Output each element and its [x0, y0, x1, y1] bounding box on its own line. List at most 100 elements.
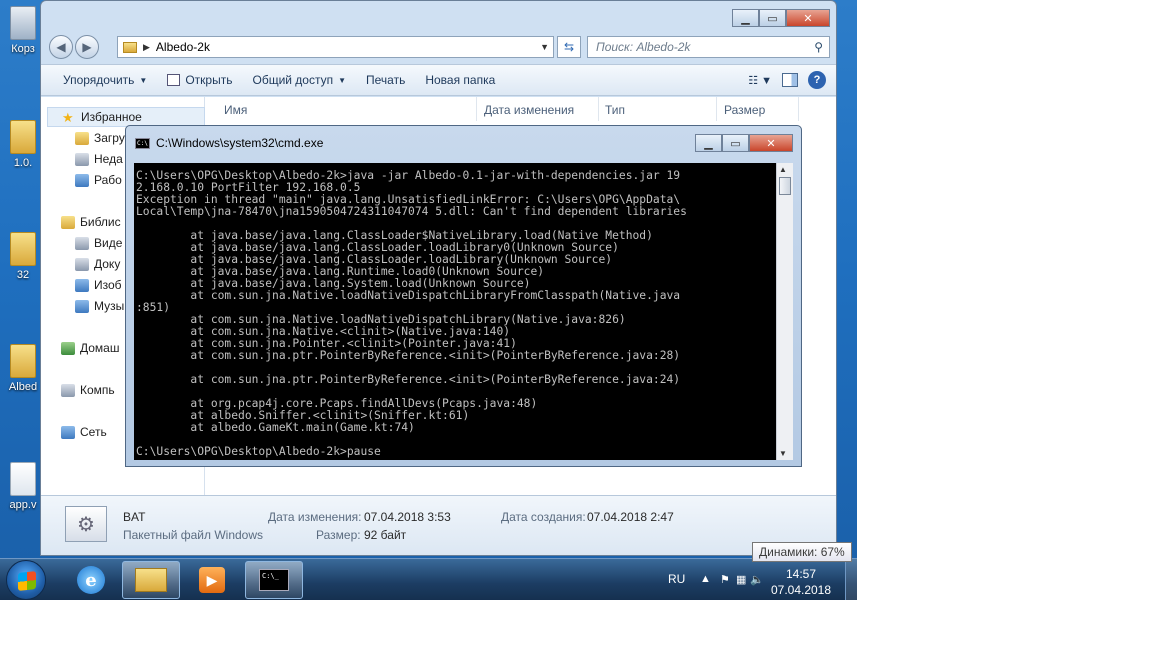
desktop-icon-file[interactable]: app.v: [6, 462, 40, 511]
column-header-size[interactable]: Размер: [724, 103, 765, 117]
folder-icon: [10, 344, 36, 378]
command-bar: Упорядочить ▼ Открыть Общий доступ ▼ Печ…: [41, 64, 836, 96]
preview-pane-icon[interactable]: [782, 73, 798, 87]
taskbar-ie-button[interactable]: e: [66, 561, 116, 599]
column-header-name[interactable]: Имя: [224, 103, 247, 117]
cmd-window: C:\ C:\Windows\system32\cmd.exe ▁ ▭ ✕ C:…: [125, 125, 802, 467]
language-indicator[interactable]: RU: [668, 572, 685, 586]
minimize-icon: ▁: [741, 12, 750, 25]
network-icon: [61, 425, 75, 439]
modified-value: 07.04.2018 3:53: [364, 510, 451, 524]
vertical-scrollbar[interactable]: ▲ ▼: [776, 163, 793, 460]
back-button[interactable]: ◀: [49, 35, 73, 59]
desktop-icon-folder-2[interactable]: 32: [6, 232, 40, 281]
print-button[interactable]: Печать: [356, 73, 415, 87]
sidebar-item-label: Виде: [94, 236, 123, 250]
chevron-down-icon: ▼: [338, 75, 347, 85]
column-divider[interactable]: [476, 97, 477, 121]
desktop-icon-folder-albedo[interactable]: Albed: [6, 344, 40, 393]
cmd-titlebar: C:\ C:\Windows\system32\cmd.exe: [135, 136, 323, 150]
cmd-icon: C:\: [135, 137, 150, 149]
taskbar-cmd-button[interactable]: C:\_: [245, 561, 303, 599]
maximize-icon: ▭: [730, 137, 741, 150]
share-button[interactable]: Общий доступ ▼: [242, 73, 356, 87]
maximize-button[interactable]: ▭: [722, 134, 749, 152]
network-icon[interactable]: ▦: [736, 573, 746, 586]
cmd-title: C:\Windows\system32\cmd.exe: [156, 136, 324, 150]
sidebar-item-favorites[interactable]: ★ Избранное: [47, 107, 205, 127]
maximize-button[interactable]: ▭: [759, 9, 786, 27]
column-divider[interactable]: [798, 97, 799, 121]
column-headers: Имя Дата изменения Тип Размер: [206, 97, 836, 121]
star-icon: ★: [62, 109, 74, 125]
open-icon: [167, 74, 181, 86]
libraries-icon: [61, 215, 75, 229]
show-hidden-icons-icon[interactable]: ▲: [700, 573, 711, 585]
sidebar-item-label: Избранное: [81, 110, 142, 124]
minimize-button[interactable]: ▁: [732, 9, 759, 27]
action-center-icon[interactable]: ⚑: [720, 573, 730, 586]
windows-logo-icon: [18, 571, 36, 591]
folder-icon: [135, 568, 167, 592]
show-desktop-button[interactable]: [845, 559, 857, 600]
clock[interactable]: 14:57 07.04.2018: [764, 566, 838, 598]
recycle-bin-icon: [10, 6, 36, 40]
minimize-button[interactable]: ▁: [695, 134, 722, 152]
scrollbar-thumb[interactable]: [779, 177, 791, 195]
start-button[interactable]: [6, 560, 46, 600]
clock-time: 14:57: [785, 567, 817, 581]
speaker-icon[interactable]: 🔈: [750, 573, 764, 586]
scroll-up-icon[interactable]: ▲: [779, 165, 787, 174]
close-icon: ✕: [766, 137, 776, 150]
column-header-type[interactable]: Тип: [605, 103, 625, 117]
volume-tooltip: Динамики: 67%: [752, 542, 852, 562]
back-arrow-icon: ◀: [56, 40, 66, 54]
sidebar-item-label: Изоб: [94, 278, 122, 292]
sidebar-item-label: Рабо: [94, 173, 122, 187]
sidebar-item-label: Компь: [80, 383, 115, 397]
scroll-down-icon[interactable]: ▼: [779, 449, 787, 458]
sidebar-item-label: Доку: [94, 257, 121, 271]
chevron-down-icon: ▼: [139, 75, 148, 85]
desktop-icon-recycle-bin[interactable]: Корз: [6, 6, 40, 55]
open-button[interactable]: Открыть: [157, 73, 242, 87]
size-value: 92 байт: [364, 528, 407, 542]
forward-arrow-icon: ▶: [82, 40, 92, 54]
clock-date: 07.04.2018: [770, 583, 832, 597]
explorer-window-controls: ▁ ▭ ✕: [732, 9, 830, 27]
close-button[interactable]: ✕: [749, 134, 793, 152]
search-icon[interactable]: ⚲: [814, 40, 823, 54]
console-line: at com.sun.jna.ptr.PointerByReference.<i…: [136, 373, 681, 386]
taskbar-media-player-button[interactable]: ▶: [184, 561, 240, 599]
address-bar[interactable]: ▶ Albedo-2k ▼: [117, 36, 554, 58]
created-label: Дата создания:: [501, 510, 586, 524]
chevron-down-icon[interactable]: ▼: [540, 42, 549, 52]
taskbar-explorer-button[interactable]: [122, 561, 180, 599]
view-options-button[interactable]: ☷ ▼: [748, 74, 772, 87]
search-input[interactable]: Поиск: Albedo-2k ⚲: [587, 36, 830, 58]
desktop-icon-folder-1[interactable]: 1.0.: [6, 120, 40, 169]
documents-library-icon: [75, 257, 89, 271]
new-folder-button[interactable]: Новая папка: [415, 73, 505, 87]
internet-explorer-icon: e: [77, 566, 105, 594]
sidebar-item-label: Домаш: [80, 341, 120, 355]
organize-button[interactable]: Упорядочить ▼: [53, 73, 157, 87]
desktop-icon-label: 1.0.: [13, 157, 33, 169]
desktop: Корз 1.0. 32 Albed app.v ▁ ▭ ✕ ◀ ▶ ▶ Alb…: [0, 0, 857, 600]
forward-button[interactable]: ▶: [75, 35, 99, 59]
console-line: at com.sun.jna.Native.loadNativeDispatch…: [136, 289, 681, 302]
refresh-button[interactable]: ⇆: [557, 36, 581, 58]
console-output[interactable]: C:\Users\OPG\Desktop\Albedo-2k>java -jar…: [134, 163, 776, 460]
console-line: at albedo.GameKt.main(Game.kt:74): [136, 421, 415, 434]
breadcrumb-arrow-icon[interactable]: ▶: [143, 42, 150, 53]
column-divider[interactable]: [716, 97, 717, 121]
column-divider[interactable]: [598, 97, 599, 121]
pictures-library-icon: [75, 278, 89, 292]
file-type: Пакетный файл Windows: [123, 528, 264, 542]
column-header-modified[interactable]: Дата изменения: [484, 103, 574, 117]
close-button[interactable]: ✕: [786, 9, 830, 27]
help-icon[interactable]: ?: [808, 71, 826, 89]
console-line: C:\Users\OPG\Desktop\Albedo-2k>pause: [136, 445, 381, 458]
navigation-bar: ◀ ▶ ▶ Albedo-2k ▼ ⇆ Поиск: Albedo-2k ⚲: [47, 35, 832, 61]
file-name: BAT: [123, 510, 146, 524]
